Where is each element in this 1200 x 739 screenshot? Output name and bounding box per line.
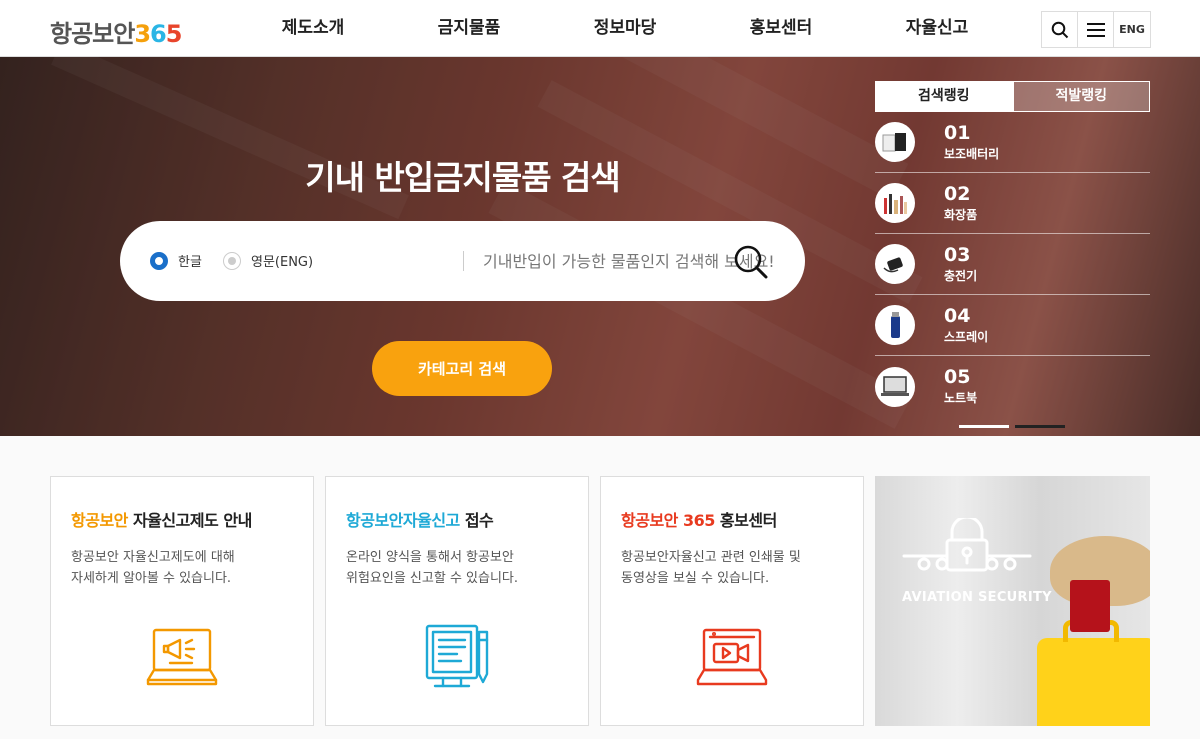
nav-item-prohibited-items[interactable]: 금지물품 xyxy=(391,0,547,57)
ranking-item-name: 스프레이 xyxy=(944,329,989,344)
ranking-tabs: 검색랭킹 적발랭킹 xyxy=(875,81,1150,112)
logo-text: 항공보안 xyxy=(50,20,135,48)
item-search-button[interactable] xyxy=(728,239,774,285)
category-search-button[interactable]: 카테고리 검색 xyxy=(372,341,552,396)
radio-korean-label: 한글 xyxy=(178,255,202,270)
card-title-accent: 항공보안 365 xyxy=(621,511,715,530)
ranking-number: 02 xyxy=(944,182,971,205)
main-nav: 제도소개 금지물품 정보마당 홍보센터 자율신고 xyxy=(235,0,1015,57)
radio-english-label: 영문(ENG) xyxy=(251,255,314,270)
card-title: 항공보안 365 홍보센터 xyxy=(621,507,777,531)
ranking-panel: 검색랭킹 적발랭킹 01 보조배터리 02 화장품 03 충전기 04 스프레이 05 노… xyxy=(875,81,1150,417)
nav-item-info[interactable]: 정보마당 xyxy=(547,0,703,57)
suitcase-image xyxy=(1037,638,1150,726)
logo-digit-6: 6 xyxy=(150,20,167,48)
ranking-item[interactable]: 05 노트북 xyxy=(875,356,1150,417)
radio-english[interactable]: 영문(ENG) xyxy=(223,251,313,270)
header-menu-button[interactable] xyxy=(1078,12,1114,47)
ranking-item-name: 충전기 xyxy=(944,268,978,283)
card-title: 항공보안자율신고 접수 xyxy=(346,507,494,531)
charger-icon xyxy=(875,244,915,284)
card-title-accent: 항공보안자율신고 xyxy=(346,511,460,530)
card-title-rest: 홍보센터 xyxy=(714,511,777,530)
logo-digit-5: 5 xyxy=(165,20,183,48)
ranking-number: 01 xyxy=(944,121,971,144)
ranking-item-name: 보조배터리 xyxy=(944,146,1000,161)
radio-english-unselected-icon xyxy=(223,251,241,270)
ranking-number: 05 xyxy=(944,366,971,388)
card-pr-center[interactable]: 항공보안 365 홍보센터 항공보안자율신고 관련 인쇄물 및동영상을 보실 수… xyxy=(600,476,864,726)
site-logo[interactable]: 항공보안365 xyxy=(50,14,183,49)
ranking-pager xyxy=(959,425,1065,428)
nav-item-pr-center[interactable]: 홍보센터 xyxy=(703,0,859,57)
card-title-rest: 접수 xyxy=(459,511,494,530)
language-button[interactable]: ENG xyxy=(1114,12,1150,47)
card-title-accent: 항공보안 xyxy=(71,511,128,530)
ranking-item[interactable]: 01 보조배터리 xyxy=(875,112,1150,173)
card-description: 항공보안 자율신고제도에 대해자세하게 알아볼 수 있습니다. xyxy=(71,547,301,589)
card-self-report-guide[interactable]: 항공보안 자율신고제도 안내 항공보안 자율신고제도에 대해자세하게 알아볼 수… xyxy=(50,476,314,726)
video-laptop-icon xyxy=(696,628,768,686)
ranking-item[interactable]: 03 충전기 xyxy=(875,234,1150,295)
card-description: 온라인 양식을 통해서 항공보안위험요인을 신고할 수 있습니다. xyxy=(346,547,576,589)
card-desc-line: 동영상을 보실 수 있습니다. xyxy=(621,571,770,586)
laptop-icon xyxy=(875,366,915,407)
nav-item-system-intro[interactable]: 제도소개 xyxy=(235,0,391,57)
ranking-item-name: 노트북 xyxy=(944,391,978,405)
aviation-security-text: AVIATION SECURITY xyxy=(902,590,1052,605)
ranking-item[interactable]: 02 화장품 xyxy=(875,173,1150,234)
passport-image xyxy=(1070,580,1110,632)
logo-digit-3: 3 xyxy=(134,20,151,48)
card-title-rest: 자율신고제도 안내 xyxy=(127,511,252,530)
spray-icon xyxy=(875,305,915,345)
menu-icon xyxy=(1086,22,1105,37)
header-search-button[interactable] xyxy=(1042,12,1078,47)
ranking-number: 03 xyxy=(944,243,971,266)
hero-title: 기내 반입금지물품 검색 xyxy=(305,158,621,197)
ranking-item-name: 화장품 xyxy=(944,207,978,222)
card-desc-line: 자세하게 알아볼 수 있습니다. xyxy=(71,571,232,586)
header-utility: ENG xyxy=(1041,11,1151,48)
ranking-item[interactable]: 04 스프레이 xyxy=(875,295,1150,356)
document-pen-icon xyxy=(425,624,489,688)
card-description: 항공보안자율신고 관련 인쇄물 및동영상을 보실 수 있습니다. xyxy=(621,547,851,589)
card-desc-line: 온라인 양식을 통해서 항공보안 xyxy=(346,550,514,565)
search-divider xyxy=(463,251,464,271)
tab-detection-ranking[interactable]: 적발랭킹 xyxy=(1012,81,1150,112)
card-desc-line: 항공보안 자율신고제도에 대해 xyxy=(71,550,235,565)
pager-dot-1[interactable] xyxy=(959,425,1009,428)
nav-item-self-report[interactable]: 자율신고 xyxy=(859,0,1015,57)
search-icon xyxy=(1051,21,1068,38)
card-desc-line: 위험요인을 신고할 수 있습니다. xyxy=(346,571,519,586)
pager-dot-2[interactable] xyxy=(1015,425,1065,428)
card-title: 항공보안 자율신고제도 안내 xyxy=(71,507,252,531)
radio-korean-selected-icon xyxy=(150,251,168,270)
search-box: 한글 영문(ENG) xyxy=(120,221,823,301)
ranking-number: 04 xyxy=(944,304,971,327)
site-header: 항공보안365 제도소개 금지물품 정보마당 홍보센터 자율신고 ENG xyxy=(0,0,1200,57)
card-desc-line: 항공보안자율신고 관련 인쇄물 및 xyxy=(621,550,801,565)
card-self-report-submit[interactable]: 항공보안자율신고 접수 온라인 양식을 통해서 항공보안위험요인을 신고할 수 … xyxy=(325,476,589,726)
battery-icon xyxy=(875,122,915,162)
plane-lock-icon xyxy=(902,518,1032,572)
hero-banner: 기내 반입금지물품 검색 한글 영문(ENG) 카테고리 검색 검색랭킹 적발랭… xyxy=(0,57,1200,436)
aviation-security-banner[interactable]: AVIATION SECURITY xyxy=(875,476,1150,726)
radio-korean[interactable]: 한글 xyxy=(150,251,202,270)
tab-search-ranking[interactable]: 검색랭킹 xyxy=(875,81,1013,112)
search-icon xyxy=(734,245,768,279)
cosmetics-icon xyxy=(875,183,915,223)
megaphone-laptop-icon xyxy=(146,628,218,686)
